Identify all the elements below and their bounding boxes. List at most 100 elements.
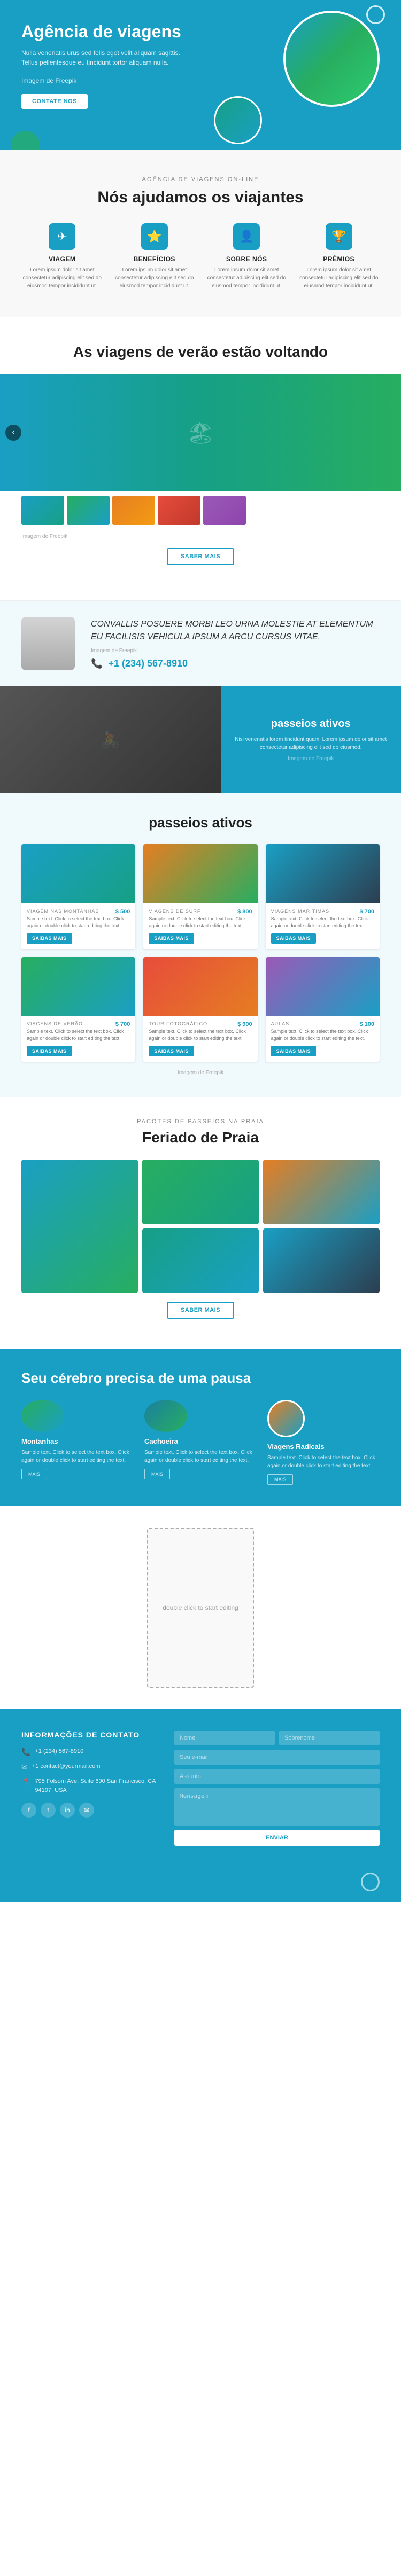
feature-benefits: ⭐ BENEFÍCIOS Lorem ipsum dolor sit amet …: [114, 223, 196, 290]
tour-book-button-4[interactable]: SAIBAS MAIS: [27, 1046, 72, 1056]
hero-description: Nulla venenatis urus sed felis eget veli…: [21, 48, 192, 67]
thumb-3[interactable]: [112, 496, 155, 525]
tour-desc-1: Sample text. Click to select the text bo…: [27, 915, 130, 929]
contact-person-image: [21, 617, 75, 670]
feature-awards-desc: Lorem ipsum dolor sit amet consectetur a…: [298, 266, 380, 290]
brain-image-2: [144, 1400, 187, 1432]
hero-main-image: [286, 13, 377, 105]
subject-input[interactable]: [174, 1769, 380, 1784]
phone-icon: 📞: [91, 658, 103, 669]
last-name-input[interactable]: [279, 1731, 380, 1745]
tour-book-button-5[interactable]: SAIBAS MAIS: [149, 1046, 194, 1056]
tour-price-2: $ 800: [237, 909, 252, 915]
thumb-2[interactable]: [67, 496, 110, 525]
tour-category-6: AULAS: [271, 1021, 374, 1027]
tour-desc-5: Sample text. Click to select the text bo…: [149, 1028, 252, 1042]
feature-awards: 🏆 PRÊMIOS Lorem ipsum dolor sit amet con…: [298, 223, 380, 290]
email-input[interactable]: [174, 1750, 380, 1765]
thumb-5[interactable]: [203, 496, 246, 525]
features-grid: ✈ VIAGEM Lorem ipsum dolor sit amet cons…: [21, 223, 380, 290]
agency-section: AGÊNCIA DE VIAGENS ON-LINE Nós ajudamos …: [0, 150, 401, 317]
hero-content: Agência de viagens Nulla venenatis urus …: [21, 21, 192, 109]
beach-image-4: [142, 1228, 259, 1293]
social-linkedin[interactable]: in: [60, 1803, 75, 1818]
message-textarea[interactable]: [174, 1788, 380, 1826]
summer-title: As viagens de verão estão voltando: [0, 343, 401, 361]
brain-button-1[interactable]: MAIS: [21, 1469, 47, 1479]
beach-image-1: [21, 1160, 138, 1293]
summer-source: Imagem de Freepik: [0, 534, 401, 539]
tour-book-button-6[interactable]: SAIBAS MAIS: [271, 1046, 317, 1056]
beach-image-5: [263, 1228, 380, 1293]
tour-book-button-3[interactable]: SAIBAS MAIS: [271, 933, 317, 944]
tour-desc-4: Sample text. Click to select the text bo…: [27, 1028, 130, 1042]
social-email[interactable]: ✉: [79, 1803, 94, 1818]
brain-card-3: Viagens Radicais Sample text. Click to s…: [267, 1400, 380, 1485]
about-icon: 👤: [233, 223, 260, 250]
thumb-1[interactable]: [21, 496, 64, 525]
contact-footer-address: 795 Folsom Ave, Suite 600 San Francisco,…: [35, 1777, 158, 1795]
summer-slider: 🏖 ‹: [0, 374, 401, 491]
brain-card-title-1: Montanhas: [21, 1437, 134, 1445]
travel-icon: ✈: [49, 223, 75, 250]
brain-card-desc-3: Sample text. Click to select the text bo…: [267, 1454, 380, 1470]
thumb-4[interactable]: [158, 496, 200, 525]
brain-button-2[interactable]: MAIS: [144, 1469, 170, 1479]
tour-image-5: [143, 957, 257, 1016]
contact-footer-phone: +1 (234) 567-8910: [35, 1747, 83, 1756]
summer-more-button[interactable]: SABER MAIS: [167, 548, 234, 565]
contact-source: Imagem de Freepik: [91, 648, 380, 654]
feature-about-desc: Lorem ipsum dolor sit amet consectetur a…: [206, 266, 288, 290]
tour-image-1: [21, 844, 135, 903]
footer-bottom: [0, 1862, 401, 1902]
social-facebook[interactable]: f: [21, 1803, 36, 1818]
contact-address-item: 📍 795 Folsom Ave, Suite 600 San Francisc…: [21, 1777, 158, 1795]
first-name-input[interactable]: [174, 1731, 275, 1745]
brain-button-3[interactable]: MAIS: [267, 1474, 293, 1485]
contact-strip: CONVALLIS POSUERE MORBI LEO URNA MOLESTI…: [0, 601, 401, 686]
tour-desc-6: Sample text. Click to select the text bo…: [271, 1028, 374, 1042]
feature-benefits-desc: Lorem ipsum dolor sit amet consectetur a…: [114, 266, 196, 290]
contact-footer-form: ENVIAR: [174, 1731, 380, 1846]
awards-icon: 🏆: [326, 223, 352, 250]
tour-body-6: $ 100 AULAS Sample text. Click to select…: [266, 1016, 380, 1062]
active-tours-title: passeios ativos: [21, 815, 380, 831]
tour-price-3: $ 700: [359, 909, 374, 915]
summer-section: As viagens de verão estão voltando 🏖 ‹ I…: [0, 317, 401, 600]
beach-grid: [21, 1160, 380, 1293]
edit-placeholder[interactable]: double click to start editing: [147, 1528, 254, 1688]
summer-main-image: 🏖: [0, 374, 401, 491]
feature-about-title: SOBRE NÓS: [206, 255, 288, 263]
active-banner-content: passeios ativos Nisi venenatis lorem tin…: [221, 686, 401, 793]
active-tours-section: passeios ativos $ 500 VIAGEM NAS MONTANH…: [0, 793, 401, 1097]
tour-body-3: $ 700 VIAGENS MARÍTIMAS Sample text. Cli…: [266, 903, 380, 949]
tour-book-button-2[interactable]: SAIBAS MAIS: [149, 933, 194, 944]
social-twitter[interactable]: t: [41, 1803, 56, 1818]
brain-card-desc-1: Sample text. Click to select the text bo…: [21, 1448, 134, 1465]
slider-prev-arrow[interactable]: ‹: [5, 425, 21, 441]
hero-title: Agência de viagens: [21, 21, 192, 42]
hero-circle-small: [214, 96, 262, 144]
contact-text: CONVALLIS POSUERE MORBI LEO URNA MOLESTI…: [91, 618, 380, 669]
tour-image-2: [143, 844, 257, 903]
feature-travel: ✈ VIAGEM Lorem ipsum dolor sit amet cons…: [21, 223, 103, 290]
beach-img-inner-5: [263, 1228, 380, 1293]
brain-title: Seu cérebro precisa de uma pausa: [21, 1370, 380, 1387]
contact-footer-left: informações de contato 📞 +1 (234) 567-89…: [21, 1731, 158, 1846]
phone-number-text: +1 (234) 567-8910: [108, 658, 188, 669]
tour-book-button-1[interactable]: SAIBAS MAIS: [27, 933, 72, 944]
contact-footer: informações de contato 📞 +1 (234) 567-89…: [0, 1709, 401, 1862]
tours-grid: $ 500 VIAGEM NAS MONTANHAS Sample text. …: [21, 844, 380, 1062]
beach-more-button[interactable]: SABER MAIS: [167, 1302, 234, 1319]
brain-card-title-3: Viagens Radicais: [267, 1443, 380, 1451]
active-banner-desc: Nisi venenatis lorem tincidunt quam. Lor…: [232, 735, 391, 751]
send-button[interactable]: ENVIAR: [174, 1830, 380, 1846]
contact-button[interactable]: CONTATE NOS: [21, 94, 88, 109]
hero-decorative-dot: [366, 5, 385, 24]
brain-card-desc-2: Sample text. Click to select the text bo…: [144, 1448, 257, 1465]
active-banner-title: passeios ativos: [271, 718, 351, 730]
tour-card-3: $ 700 VIAGENS MARÍTIMAS Sample text. Cli…: [266, 844, 380, 949]
brain-grid: Montanhas Sample text. Click to select t…: [21, 1400, 380, 1485]
feature-about: 👤 SOBRE NÓS Lorem ipsum dolor sit amet c…: [206, 223, 288, 290]
tour-category-1: VIAGEM NAS MONTANHAS: [27, 909, 130, 914]
